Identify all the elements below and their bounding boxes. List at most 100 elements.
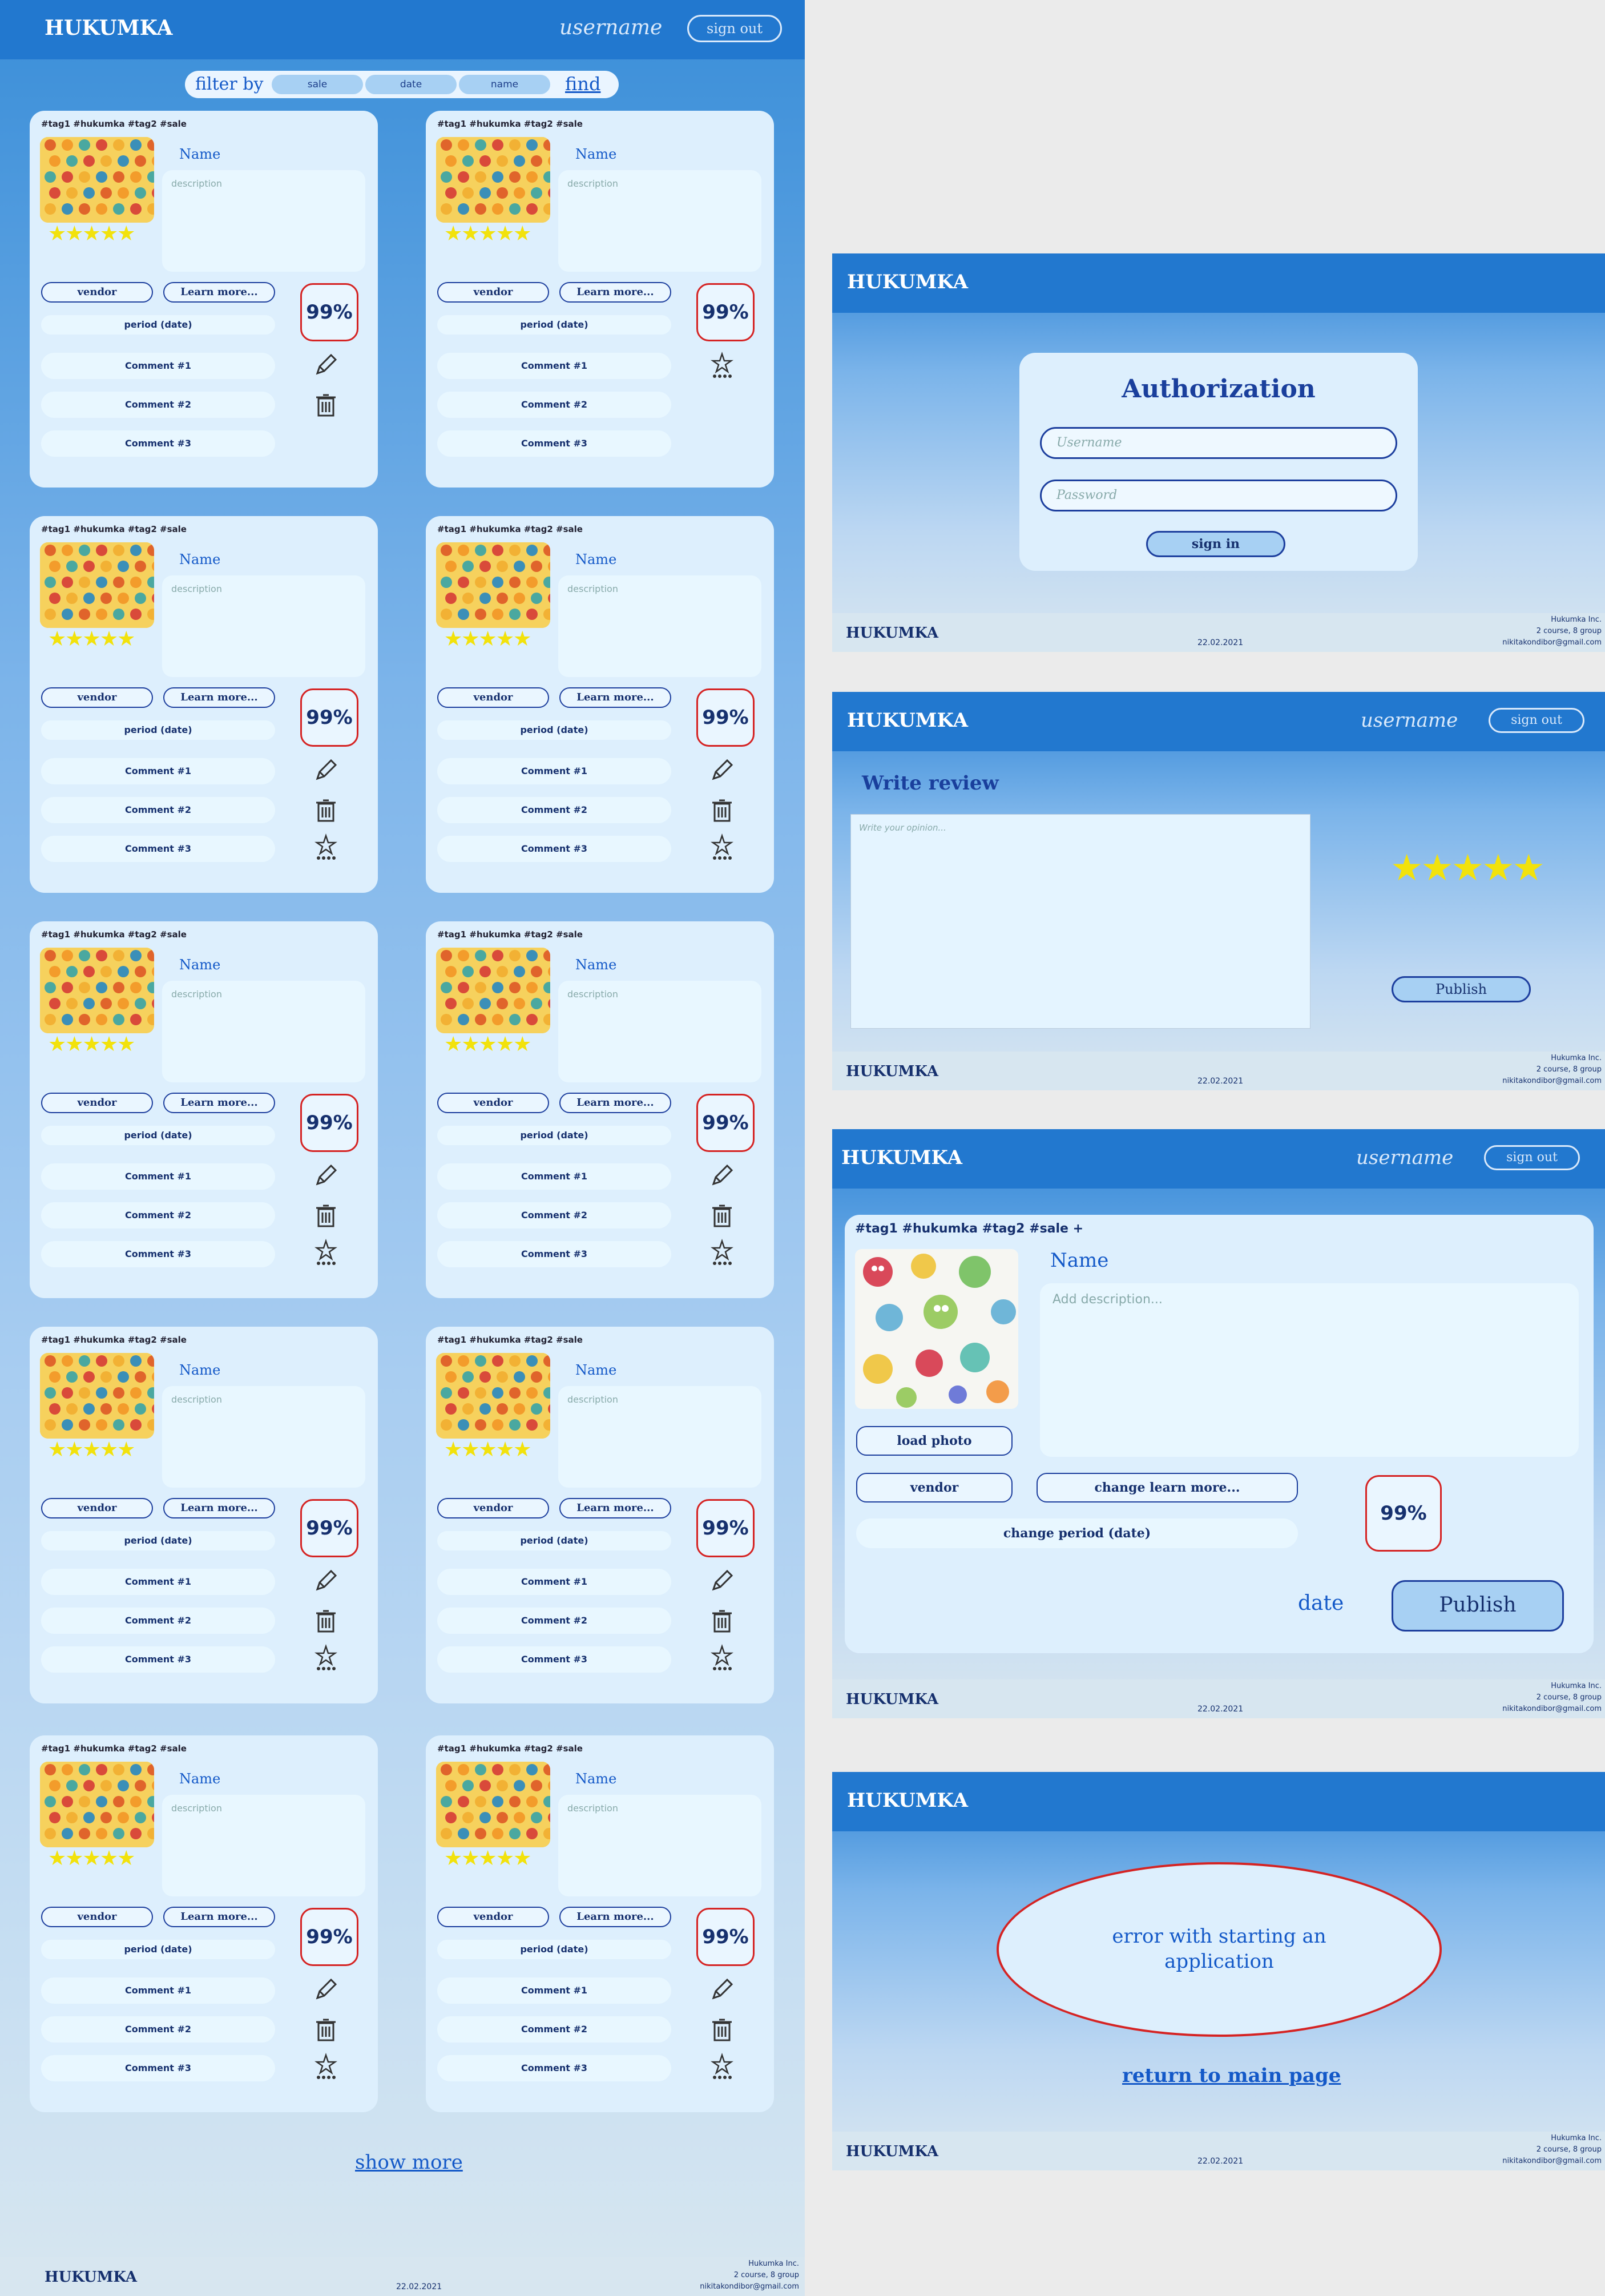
comment-item[interactable]: Comment #3 xyxy=(41,430,275,457)
create-brand[interactable]: HUKUMKA xyxy=(841,1146,962,1169)
trash-icon[interactable] xyxy=(312,1606,340,1635)
publish-button[interactable]: Publish xyxy=(1392,976,1531,1002)
card-tags[interactable]: #tag1 #hukumka #tag2 #sale xyxy=(41,929,187,940)
vendor-button[interactable]: vendor xyxy=(856,1473,1013,1503)
change-learn-more-button[interactable]: change learn more... xyxy=(1037,1473,1298,1503)
star-icon[interactable]: ★ xyxy=(1513,847,1545,889)
create-name[interactable]: Name xyxy=(1050,1249,1108,1272)
vendor-button[interactable]: vendor xyxy=(41,282,153,303)
rate-star-icon[interactable] xyxy=(312,2052,340,2080)
vendor-button[interactable]: vendor xyxy=(437,1498,549,1518)
card-name[interactable]: Name xyxy=(575,551,616,567)
card-name[interactable]: Name xyxy=(575,957,616,973)
footer-email[interactable]: nikitakondibor@gmail.com xyxy=(1502,1703,1602,1715)
comment-item[interactable]: Comment #3 xyxy=(41,1646,275,1673)
rate-star-icon[interactable] xyxy=(708,832,736,861)
comment-item[interactable]: Comment #3 xyxy=(437,2055,671,2081)
learn-more-button[interactable]: Learn more... xyxy=(163,687,275,708)
rating-stars[interactable]: ★★★★★ xyxy=(1390,847,1545,889)
star-icon[interactable]: ★ xyxy=(1482,847,1514,889)
edit-icon[interactable] xyxy=(708,1975,736,2004)
comment-item[interactable]: Comment #3 xyxy=(437,1646,671,1673)
trash-icon[interactable] xyxy=(708,1606,736,1635)
comment-item[interactable]: Comment #3 xyxy=(437,1241,671,1267)
show-more-link[interactable]: show more xyxy=(355,2151,463,2174)
filter-name-button[interactable]: name xyxy=(459,75,550,94)
trash-icon[interactable] xyxy=(708,2015,736,2044)
vendor-button[interactable]: vendor xyxy=(41,1498,153,1518)
learn-more-button[interactable]: Learn more... xyxy=(163,1093,275,1113)
rate-star-icon[interactable] xyxy=(708,1238,736,1266)
brand-logo[interactable]: HUKUMKA xyxy=(45,16,172,40)
card-name[interactable]: Name xyxy=(575,1362,616,1378)
comment-item[interactable]: Comment #1 xyxy=(41,353,275,379)
vendor-button[interactable]: vendor xyxy=(41,687,153,708)
footer-email[interactable]: nikitakondibor@gmail.com xyxy=(1502,2156,1602,2167)
edit-icon[interactable] xyxy=(708,1566,736,1595)
filter-sale-button[interactable]: sale xyxy=(272,75,363,94)
comment-item[interactable]: Comment #3 xyxy=(41,2055,275,2081)
card-tags[interactable]: #tag1 #hukumka #tag2 #sale xyxy=(41,119,187,129)
rate-star-icon[interactable] xyxy=(708,351,736,379)
edit-icon[interactable] xyxy=(312,1566,340,1595)
trash-icon[interactable] xyxy=(312,2015,340,2044)
card-name[interactable]: Name xyxy=(179,1771,220,1787)
trash-icon[interactable] xyxy=(708,796,736,824)
username-input[interactable]: Username xyxy=(1040,427,1397,459)
learn-more-button[interactable]: Learn more... xyxy=(559,687,671,708)
card-tags[interactable]: #tag1 #hukumka #tag2 #sale xyxy=(437,1743,583,1754)
footer-email[interactable]: nikitakondibor@gmail.com xyxy=(1502,637,1602,648)
create-date[interactable]: date xyxy=(1298,1592,1344,1615)
card-name[interactable]: Name xyxy=(179,146,220,162)
star-icon[interactable]: ★ xyxy=(1451,847,1484,889)
edit-icon[interactable] xyxy=(312,351,340,379)
learn-more-button[interactable]: Learn more... xyxy=(559,282,671,303)
card-tags[interactable]: #tag1 #hukumka #tag2 #sale xyxy=(437,524,583,534)
sign-out-button[interactable]: sign out xyxy=(687,15,782,42)
footer-email[interactable]: nikitakondibor@gmail.com xyxy=(700,2281,799,2293)
comment-item[interactable]: Comment #3 xyxy=(437,836,671,862)
rate-star-icon[interactable] xyxy=(312,1643,340,1671)
card-name[interactable]: Name xyxy=(179,1362,220,1378)
learn-more-button[interactable]: Learn more... xyxy=(163,1907,275,1927)
card-tags[interactable]: #tag1 #hukumka #tag2 #sale xyxy=(41,1743,187,1754)
change-period-button[interactable]: change period (date) xyxy=(856,1518,1298,1548)
edit-icon[interactable] xyxy=(312,756,340,784)
trash-icon[interactable] xyxy=(312,796,340,824)
trash-icon[interactable] xyxy=(312,390,340,419)
return-main-link[interactable]: return to main page xyxy=(1122,2064,1341,2087)
star-icon[interactable]: ★ xyxy=(1421,847,1453,889)
card-tags[interactable]: #tag1 #hukumka #tag2 #sale xyxy=(437,929,583,940)
vendor-button[interactable]: vendor xyxy=(437,687,549,708)
learn-more-button[interactable]: Learn more... xyxy=(559,1498,671,1518)
comment-item[interactable]: Comment #3 xyxy=(41,1241,275,1267)
comment-item[interactable]: Comment #2 xyxy=(41,1608,275,1634)
card-tags[interactable]: #tag1 #hukumka #tag2 #sale xyxy=(437,119,583,129)
comment-item[interactable]: Comment #1 xyxy=(437,353,671,379)
find-link[interactable]: find xyxy=(565,73,600,95)
trash-icon[interactable] xyxy=(708,1201,736,1230)
comment-item[interactable]: Comment #1 xyxy=(437,1977,671,2004)
rate-star-icon[interactable] xyxy=(708,1643,736,1671)
comment-item[interactable]: Comment #1 xyxy=(41,1163,275,1190)
load-photo-button[interactable]: load photo xyxy=(856,1426,1013,1456)
comment-item[interactable]: Comment #2 xyxy=(437,1608,671,1634)
create-publish-button[interactable]: Publish xyxy=(1392,1580,1564,1632)
review-brand[interactable]: HUKUMKA xyxy=(847,709,968,732)
filter-date-button[interactable]: date xyxy=(365,75,457,94)
sign-out-button[interactable]: sign out xyxy=(1484,1145,1580,1170)
trash-icon[interactable] xyxy=(312,1201,340,1230)
comment-item[interactable]: Comment #3 xyxy=(437,430,671,457)
vendor-button[interactable]: vendor xyxy=(437,1093,549,1113)
error-brand[interactable]: HUKUMKA xyxy=(847,1789,968,1812)
comment-item[interactable]: Comment #2 xyxy=(437,1202,671,1228)
card-name[interactable]: Name xyxy=(179,957,220,973)
review-textarea[interactable]: Write your opinion... xyxy=(850,814,1310,1029)
password-input[interactable]: Password xyxy=(1040,480,1397,511)
edit-icon[interactable] xyxy=(708,1161,736,1190)
vendor-button[interactable]: vendor xyxy=(41,1093,153,1113)
comment-item[interactable]: Comment #3 xyxy=(41,836,275,862)
star-icon[interactable]: ★ xyxy=(1390,847,1423,889)
create-tags[interactable]: #tag1 #hukumka #tag2 #sale + xyxy=(855,1222,1083,1236)
comment-item[interactable]: Comment #2 xyxy=(41,392,275,418)
